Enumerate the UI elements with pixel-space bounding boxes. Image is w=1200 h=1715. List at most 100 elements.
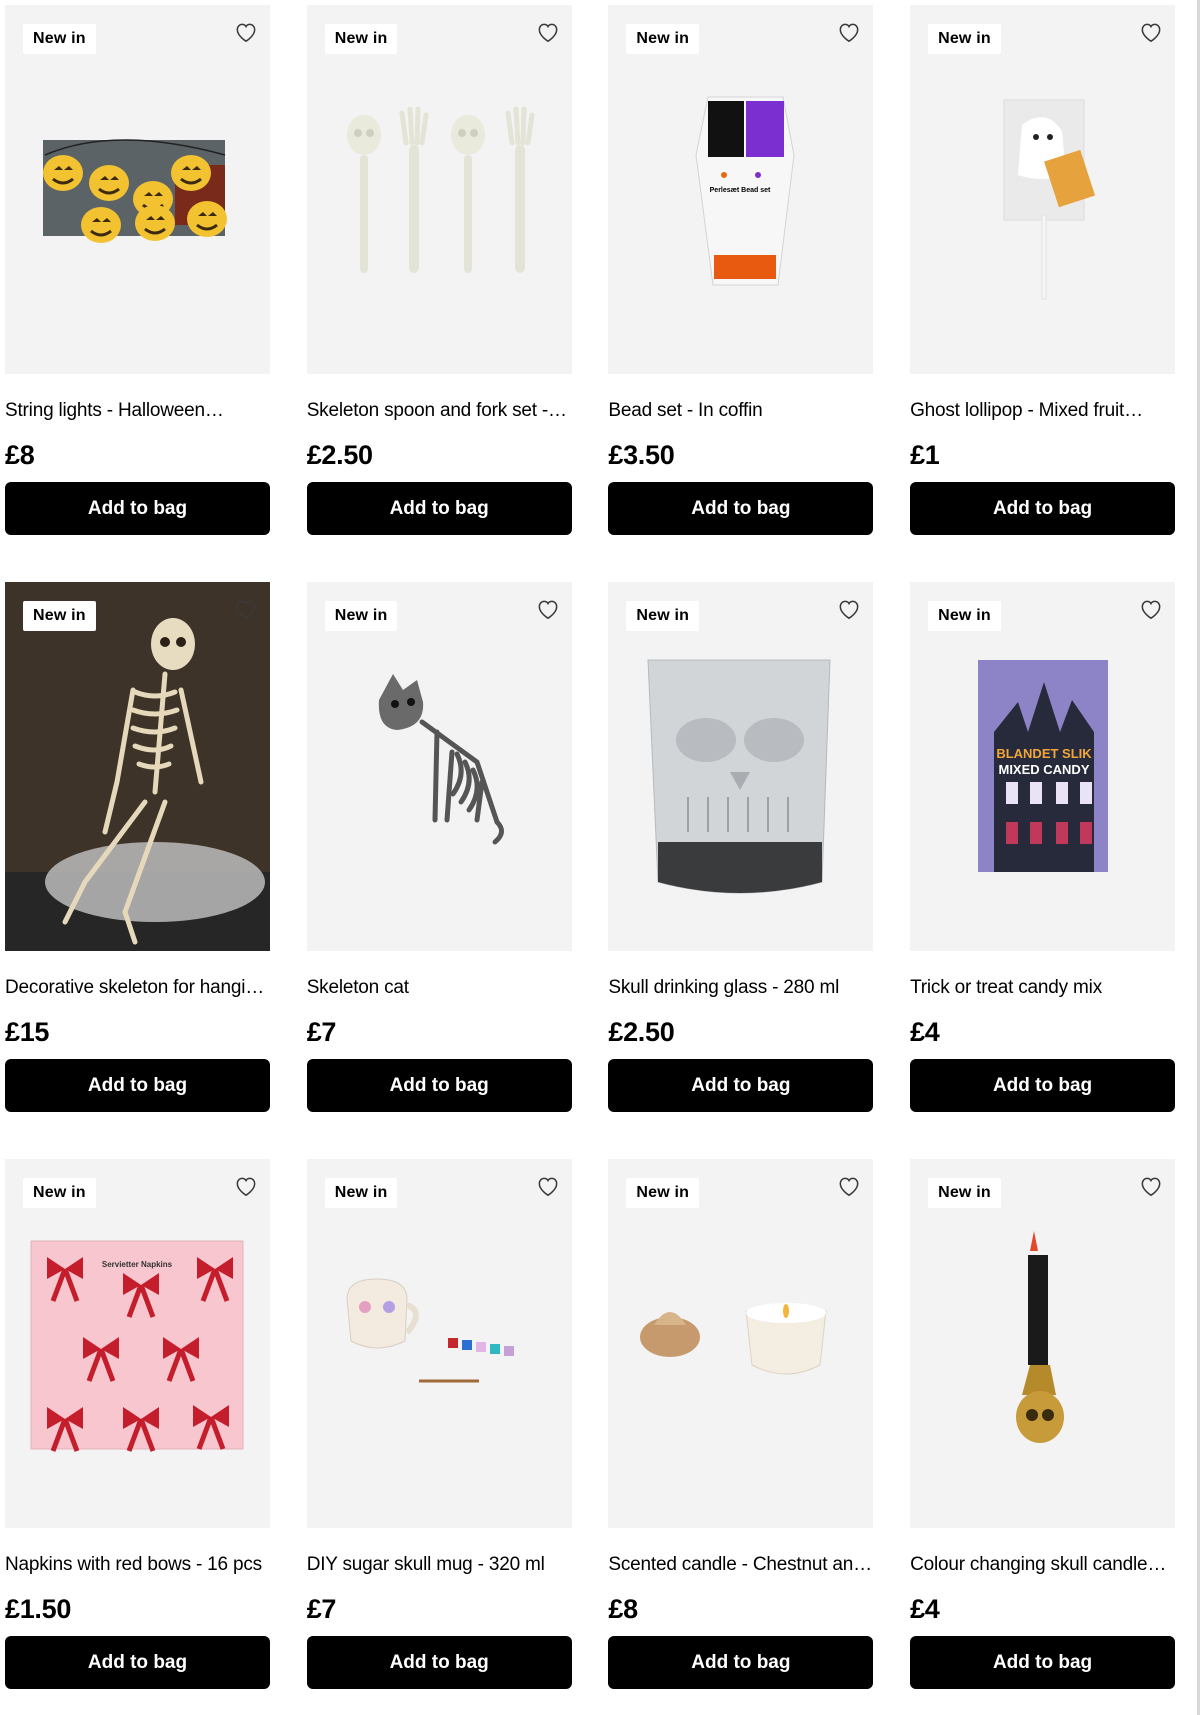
product-name[interactable]: Skeleton cat [307, 977, 572, 1003]
new-in-badge: New in [626, 1178, 700, 1208]
product-name[interactable]: Skull drinking glass - 280 ml [608, 977, 873, 1003]
product-name[interactable]: Decorative skeleton for hangi… [5, 977, 270, 1003]
product-image[interactable]: BLANDET SLIK MIXED CANDY New in [910, 582, 1176, 951]
product-image[interactable]: New in [5, 582, 270, 951]
product-name[interactable]: Ghost lollipop - Mixed fruit… [910, 400, 1175, 426]
product-price: £2.50 [306, 440, 373, 470]
new-in-badge: New in [324, 1178, 398, 1208]
skull-candle-photo [910, 1159, 1175, 1528]
skeleton-cat-photo [307, 582, 572, 951]
product-price: £8 [5, 440, 35, 470]
product-card-2: New in Skeleton spoon and fork set - … £… [306, 5, 572, 535]
wishlist-heart-icon[interactable] [1138, 596, 1164, 622]
product-name[interactable]: DIY sugar skull mug - 320 ml [307, 1554, 572, 1580]
product-price: £3.50 [608, 440, 675, 470]
add-to-bag-button[interactable]: Add to bag [910, 1636, 1176, 1689]
product-image[interactable]: New in [608, 1159, 874, 1528]
new-in-badge: New in [928, 1178, 1001, 1208]
product-card-5: New in Decorative skeleton for hangi… £1… [5, 582, 270, 1112]
product-price: £7 [306, 1017, 337, 1047]
new-in-badge: New in [324, 24, 398, 54]
wishlist-heart-icon[interactable] [836, 19, 862, 45]
product-price: £1 [910, 440, 940, 470]
product-card-4: New in Ghost lollipop - Mixed fruit… £1 … [910, 5, 1176, 535]
pumpkin-string-lights-photo [5, 5, 270, 374]
product-card-12: New in Colour changing skull candle… £4 … [910, 1159, 1176, 1689]
haunted-house-candy-photo: BLANDET SLIK MIXED CANDY [910, 582, 1175, 951]
add-to-bag-button[interactable]: Add to bag [5, 1636, 270, 1689]
skull-glass-photo [608, 582, 873, 951]
product-image[interactable]: New in [306, 5, 572, 374]
product-name[interactable]: Colour changing skull candle… [910, 1554, 1175, 1580]
wishlist-heart-icon[interactable] [233, 19, 259, 45]
product-price: £4 [910, 1017, 940, 1047]
product-name[interactable]: String lights - Halloween… [5, 400, 270, 426]
product-price: £4 [910, 1594, 940, 1624]
product-image[interactable]: New in [608, 582, 874, 951]
add-to-bag-button[interactable]: Add to bag [608, 1636, 874, 1689]
product-name[interactable]: Skeleton spoon and fork set - … [307, 400, 572, 426]
product-card-11: New in Scented candle - Chestnut an… £8 … [608, 1159, 874, 1689]
product-image[interactable]: Perlesæt Bead set New in [608, 5, 874, 374]
wishlist-heart-icon[interactable] [836, 596, 862, 622]
add-to-bag-button[interactable]: Add to bag [5, 1059, 270, 1112]
product-card-7: New in Skull drinking glass - 280 ml £2.… [608, 582, 874, 1112]
wishlist-heart-icon[interactable] [1138, 19, 1164, 45]
product-card-8: BLANDET SLIK MIXED CANDY New in Trick or… [910, 582, 1176, 1112]
product-image[interactable]: New in [306, 582, 572, 951]
wishlist-heart-icon[interactable] [535, 19, 561, 45]
wishlist-heart-icon[interactable] [836, 1173, 862, 1199]
bow-napkins-photo: Servietter Napkins [5, 1159, 270, 1528]
wishlist-heart-icon[interactable] [1138, 1173, 1164, 1199]
product-price: £15 [5, 1017, 50, 1047]
product-name[interactable]: Trick or treat candy mix [910, 977, 1175, 1003]
svg-text:Perlesæt Bead set: Perlesæt Bead set [710, 187, 771, 194]
product-image[interactable]: New in [5, 5, 270, 374]
wishlist-heart-icon[interactable] [233, 596, 259, 622]
product-image[interactable]: New in [910, 5, 1176, 374]
product-image[interactable]: New in [910, 1159, 1176, 1528]
product-card-6: New in Skeleton cat £7 Add to bag [306, 582, 572, 1112]
product-price: £7 [306, 1594, 337, 1624]
coffin-bead-set-photo: Perlesæt Bead set [608, 5, 873, 374]
product-price: £2.50 [608, 1017, 675, 1047]
svg-text:BLANDET SLIK: BLANDET SLIK [996, 746, 1092, 761]
product-price: £1.50 [5, 1594, 72, 1624]
product-card-3: Perlesæt Bead set New in Bead set - In c… [608, 5, 874, 535]
add-to-bag-button[interactable]: Add to bag [306, 1636, 572, 1689]
add-to-bag-button[interactable]: Add to bag [5, 482, 270, 535]
product-card-1: New in String lights - Halloween… £8 Add… [5, 5, 270, 535]
product-grid: New in String lights - Halloween… £8 Add… [5, 5, 1176, 1689]
new-in-badge: New in [626, 24, 700, 54]
new-in-badge: New in [23, 601, 96, 631]
svg-text:MIXED CANDY: MIXED CANDY [999, 762, 1090, 777]
product-price: £8 [608, 1594, 638, 1624]
wishlist-heart-icon[interactable] [233, 1173, 259, 1199]
add-to-bag-button[interactable]: Add to bag [910, 482, 1176, 535]
wishlist-heart-icon[interactable] [535, 1173, 561, 1199]
chestnut-candle-photo [608, 1159, 873, 1528]
product-name[interactable]: Scented candle - Chestnut an… [608, 1554, 873, 1580]
add-to-bag-button[interactable]: Add to bag [910, 1059, 1176, 1112]
add-to-bag-button[interactable]: Add to bag [306, 482, 572, 535]
new-in-badge: New in [324, 601, 398, 631]
wishlist-heart-icon[interactable] [535, 596, 561, 622]
new-in-badge: New in [928, 601, 1001, 631]
product-image[interactable]: New in [306, 1159, 572, 1528]
new-in-badge: New in [928, 24, 1001, 54]
ghost-lollipop-photo [910, 5, 1175, 374]
product-card-10: New in DIY sugar skull mug - 320 ml £7 A… [306, 1159, 572, 1689]
product-name[interactable]: Bead set - In coffin [608, 400, 873, 426]
skeleton-cutlery-photo [307, 5, 572, 374]
product-card-9: Servietter Napkins New in Napkins with r… [5, 1159, 270, 1689]
add-to-bag-button[interactable]: Add to bag [306, 1059, 572, 1112]
product-image[interactable]: Servietter Napkins New in [5, 1159, 270, 1528]
sugar-skull-mug-photo [307, 1159, 572, 1528]
product-name[interactable]: Napkins with red bows - 16 pcs [5, 1554, 270, 1580]
new-in-badge: New in [626, 601, 700, 631]
hanging-skeleton-photo [5, 582, 270, 951]
add-to-bag-button[interactable]: Add to bag [608, 1059, 874, 1112]
new-in-badge: New in [23, 24, 96, 54]
new-in-badge: New in [23, 1178, 96, 1208]
add-to-bag-button[interactable]: Add to bag [608, 482, 874, 535]
